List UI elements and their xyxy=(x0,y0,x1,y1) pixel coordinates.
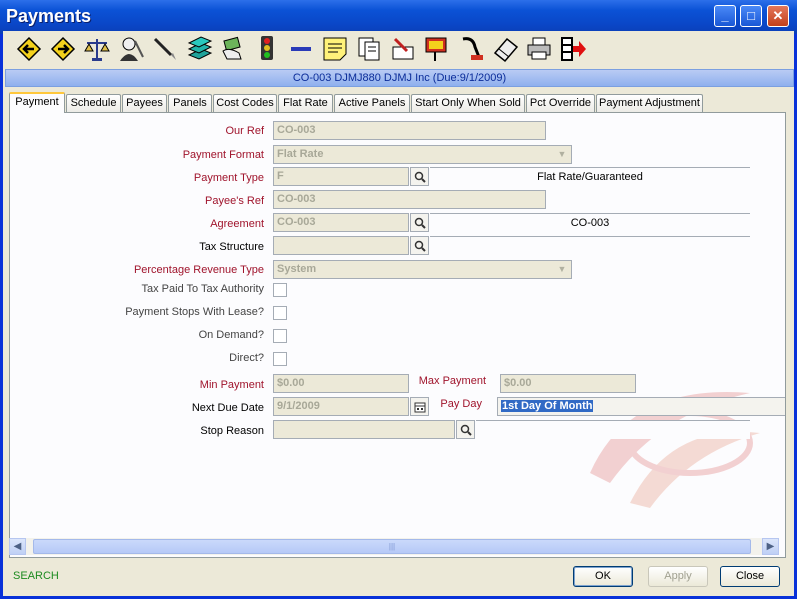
payment-type-description: Flat Rate/Guaranteed xyxy=(430,167,750,186)
on-demand-label: On Demand? xyxy=(198,329,264,341)
horizontal-scrollbar[interactable]: ◀ ||| ▶ xyxy=(9,538,779,555)
forward-arrow-icon[interactable] xyxy=(49,35,77,63)
hand-money-icon[interactable] xyxy=(219,35,247,63)
pen-paper-icon[interactable] xyxy=(389,35,417,63)
printer-icon[interactable] xyxy=(525,35,553,63)
payment-stops-label: Payment Stops With Lease? xyxy=(125,306,264,318)
eraser-icon[interactable] xyxy=(491,35,519,63)
max-payment-label: Max Payment xyxy=(418,375,486,387)
chevron-down-icon: ▼ xyxy=(557,264,567,274)
pay-day-label: Pay Day xyxy=(440,398,482,410)
note-icon[interactable] xyxy=(321,35,349,63)
stop-reason-label: Stop Reason xyxy=(200,425,264,437)
on-demand-checkbox[interactable] xyxy=(273,329,287,343)
scroll-left-icon[interactable]: ◀ xyxy=(9,538,26,555)
context-bar: CO-003 DJMJ880 DJMJ Inc (Due:9/1/2009) xyxy=(5,69,794,87)
stack-icon[interactable] xyxy=(185,35,213,63)
stamp-icon[interactable] xyxy=(457,35,485,63)
chevron-down-icon: ▼ xyxy=(557,149,567,159)
pct-revenue-type-select[interactable]: System ▼ xyxy=(273,260,572,279)
search-icon xyxy=(414,171,426,183)
direct-checkbox[interactable] xyxy=(273,352,287,366)
pay-day-value: 1st Day Of Month xyxy=(501,400,594,412)
title-bar: Payments _ □ ✕ xyxy=(0,0,797,34)
payment-type-lookup-button[interactable] xyxy=(410,167,429,186)
pay-day-select[interactable]: 1st Day Of Month xyxy=(497,397,785,416)
payment-format-label: Payment Format xyxy=(182,149,264,161)
tab-start-only-when-sold[interactable]: Start Only When Sold xyxy=(411,94,525,112)
min-payment-label: Min Payment xyxy=(199,379,264,391)
window-title: Payments xyxy=(6,6,92,26)
tax-structure-description xyxy=(430,236,750,255)
payments-window: Payments _ □ ✕ CO-003 DJMJ880 DJMJ Inc (… xyxy=(0,0,797,599)
status-text: SEARCH xyxy=(13,570,59,582)
maximize-button[interactable]: □ xyxy=(740,5,762,27)
max-payment-field[interactable]: $0.00 xyxy=(500,374,636,393)
scrollbar-thumb[interactable]: ||| xyxy=(33,539,751,554)
sign-icon[interactable] xyxy=(423,35,451,63)
stop-reason-lookup-button[interactable] xyxy=(456,420,475,439)
pct-revenue-type-value: System xyxy=(277,263,317,275)
our-ref-label: Our Ref xyxy=(225,125,264,137)
tax-paid-label: Tax Paid To Tax Authority xyxy=(141,283,265,295)
our-ref-field[interactable]: CO-003 xyxy=(273,121,546,140)
apply-button[interactable]: Apply xyxy=(648,566,708,587)
payees-ref-label: Payee's Ref xyxy=(205,195,264,207)
tab-flat-rate[interactable]: Flat Rate xyxy=(278,94,333,112)
payment-panel: Our Ref CO-003 Payment Format Flat Rate ▼… xyxy=(9,112,786,558)
tab-schedule[interactable]: Schedule xyxy=(66,94,121,112)
next-due-date-label: Next Due Date xyxy=(191,402,264,414)
payment-type-label: Payment Type xyxy=(193,172,264,184)
tab-payees[interactable]: Payees xyxy=(122,94,167,112)
tax-structure-field[interactable] xyxy=(273,236,409,255)
payment-type-field[interactable]: F xyxy=(273,167,409,186)
exit-icon[interactable] xyxy=(559,35,587,63)
payment-format-value: Flat Rate xyxy=(277,148,324,160)
tax-paid-checkbox[interactable] xyxy=(273,283,287,297)
scales-icon[interactable] xyxy=(83,35,111,63)
tab-payment[interactable]: Payment xyxy=(9,92,65,113)
direct-label: Direct? xyxy=(229,352,264,364)
search-icon xyxy=(414,240,426,252)
back-arrow-icon[interactable] xyxy=(15,35,43,63)
stop-reason-description xyxy=(476,420,750,439)
document-icon[interactable] xyxy=(355,35,383,63)
agreement-field[interactable]: CO-003 xyxy=(273,213,409,232)
payees-ref-field[interactable]: CO-003 xyxy=(273,190,546,209)
tab-active-panels[interactable]: Active Panels xyxy=(334,94,410,112)
traffic-light-icon[interactable] xyxy=(253,35,281,63)
tab-payment-adjustment[interactable]: Payment Adjustment xyxy=(596,94,703,112)
payment-format-select[interactable]: Flat Rate ▼ xyxy=(273,145,572,164)
scroll-right-icon[interactable]: ▶ xyxy=(762,538,779,555)
close-window-button[interactable]: ✕ xyxy=(767,5,789,27)
agreement-description: CO-003 xyxy=(430,213,750,232)
agreement-lookup-button[interactable] xyxy=(410,213,429,232)
tab-cost-codes[interactable]: Cost Codes xyxy=(213,94,277,112)
stop-reason-field[interactable] xyxy=(273,420,455,439)
agreement-label: Agreement xyxy=(210,218,264,230)
minimize-button[interactable]: _ xyxy=(714,5,736,27)
minus-icon[interactable] xyxy=(287,35,315,63)
tax-structure-label: Tax Structure xyxy=(199,241,264,253)
min-payment-field[interactable]: $0.00 xyxy=(273,374,409,393)
next-due-date-field[interactable]: 9/1/2009 xyxy=(273,397,409,416)
pen-icon[interactable] xyxy=(151,35,179,63)
ok-button[interactable]: OK xyxy=(573,566,633,587)
pct-revenue-type-label: Percentage Revenue Type xyxy=(133,264,264,276)
payment-stops-checkbox[interactable] xyxy=(273,306,287,320)
search-icon xyxy=(414,217,426,229)
tab-pct-override[interactable]: Pct Override xyxy=(526,94,595,112)
tax-structure-lookup-button[interactable] xyxy=(410,236,429,255)
tab-panels[interactable]: Panels xyxy=(168,94,212,112)
toolbar xyxy=(3,31,794,67)
person-icon[interactable] xyxy=(117,35,145,63)
search-icon xyxy=(460,424,472,436)
close-button[interactable]: Close xyxy=(720,566,780,587)
